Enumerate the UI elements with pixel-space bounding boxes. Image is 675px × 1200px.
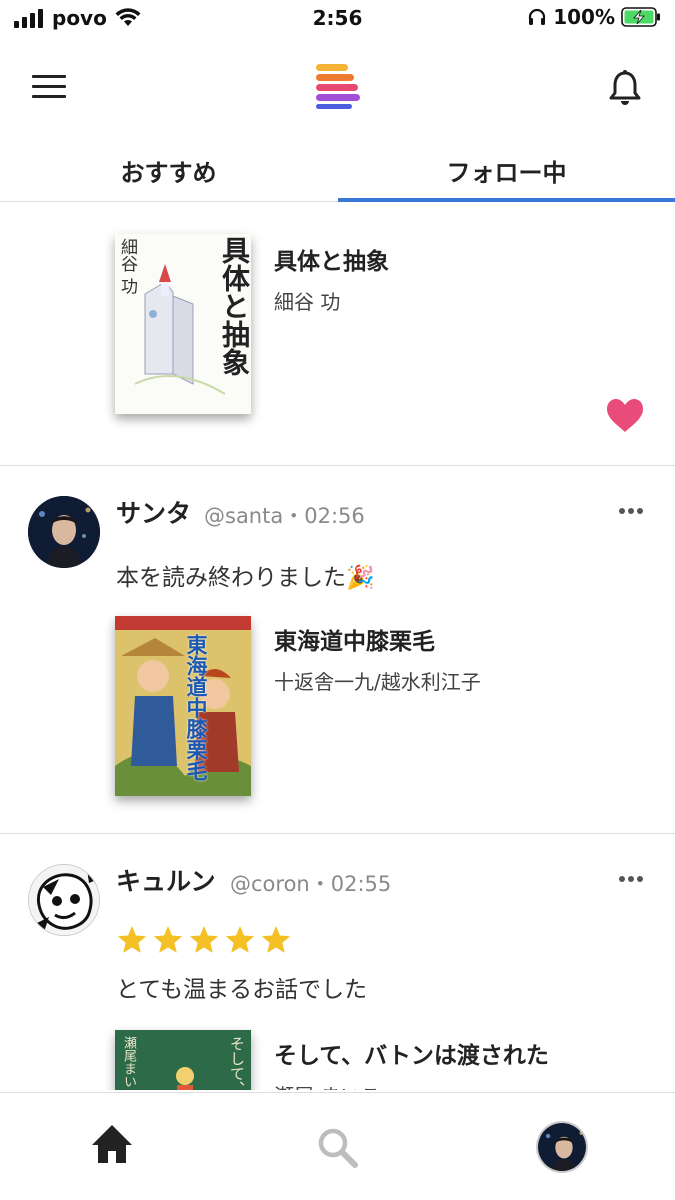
feed-tabs: おすすめ フォロー中	[0, 138, 675, 202]
ellipsis-icon[interactable]	[618, 874, 644, 884]
book-title[interactable]: そして、バトンは渡された	[274, 1036, 549, 1070]
cover-title-text: 東海道中膝栗毛	[184, 634, 208, 781]
book-cover[interactable]: 東海道中膝栗毛	[115, 616, 251, 796]
post-text: 本を読み終わりました🎉	[116, 565, 375, 591]
feed-list: 細谷 功 具体と抽象 具体と抽象 細谷 功 サンタ @santa・02:56 本…	[0, 202, 675, 1090]
star-rating	[116, 924, 292, 956]
ellipsis-icon[interactable]	[618, 506, 644, 516]
book-title[interactable]: 具体と抽象	[274, 242, 389, 276]
heart-icon[interactable]	[605, 398, 645, 434]
home-icon[interactable]	[90, 1123, 134, 1165]
star-icon	[117, 926, 147, 953]
hamburger-menu-icon[interactable]	[32, 74, 66, 100]
user-name[interactable]: サンタ	[116, 494, 191, 530]
app-header	[0, 38, 675, 138]
profile-avatar[interactable]	[536, 1121, 588, 1173]
book-author: 瀬尾 まいこ	[274, 1080, 380, 1090]
battery-charging-icon	[621, 7, 660, 27]
search-icon[interactable]	[316, 1126, 358, 1168]
book-cover[interactable]: 細谷 功 具体と抽象	[115, 234, 251, 414]
tab-following[interactable]: フォロー中	[338, 138, 675, 202]
user-handle-time: @coron・02:55	[230, 872, 392, 896]
avatar[interactable]	[28, 864, 100, 936]
cover-title-text: 具体と抽象	[218, 236, 251, 376]
avatar[interactable]	[28, 496, 100, 568]
tab-recommended[interactable]: おすすめ	[0, 138, 337, 202]
status-bar: povo 2:56 100%	[0, 0, 675, 38]
headphones-icon	[529, 8, 546, 25]
bell-icon[interactable]	[608, 70, 642, 106]
post-text: とても温まるお話でした	[116, 977, 368, 1003]
star-icon	[189, 926, 219, 953]
book-author: 十返舎一九/越水利江子	[274, 670, 481, 694]
book-cover[interactable]: 瀬尾まいこ そして、バトン	[115, 1030, 251, 1090]
user-handle-time: @santa・02:56	[204, 504, 365, 528]
feed-card[interactable]: キュルン @coron・02:55 とても温まるお話でした 瀬尾まいこ そして、…	[0, 834, 675, 1090]
star-icon	[225, 926, 255, 953]
cover-title-text: そして、バトン	[228, 1036, 246, 1090]
star-icon	[153, 926, 183, 953]
book-title[interactable]: 東海道中膝栗毛	[274, 622, 435, 656]
star-icon	[261, 926, 291, 953]
feed-card[interactable]: サンタ @santa・02:56 本を読み終わりました🎉 東海道中膝栗毛 東海道…	[0, 466, 675, 834]
app-logo[interactable]	[314, 62, 360, 110]
user-name[interactable]: キュルン	[116, 862, 216, 898]
bottom-nav	[0, 1092, 675, 1200]
feed-card[interactable]: 細谷 功 具体と抽象 具体と抽象 細谷 功	[0, 202, 675, 466]
battery-percent: 100%	[553, 5, 615, 29]
cover-author-text: 細谷 功	[117, 238, 137, 295]
cover-author-text: 瀬尾まいこ	[121, 1036, 136, 1090]
book-author: 細谷 功	[274, 290, 341, 314]
